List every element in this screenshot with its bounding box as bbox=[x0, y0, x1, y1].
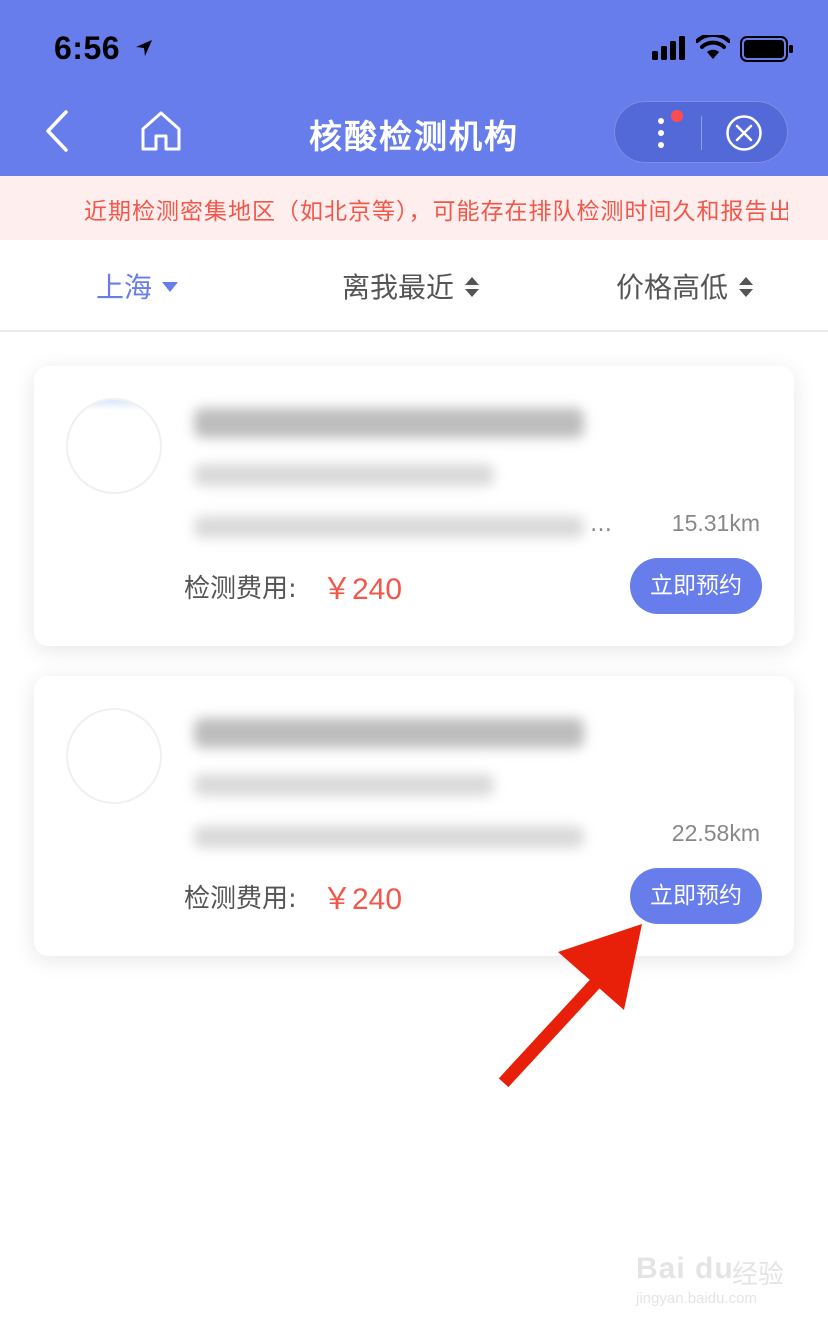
filter-bar: 上海 离我最近 价格高低 bbox=[0, 240, 828, 332]
watermark-logo: Bai du bbox=[636, 1252, 734, 1285]
close-miniprogram-button[interactable] bbox=[725, 114, 763, 152]
notice-banner: 近期检测密集地区（如北京等），可能存在排队检测时间久和报告出 bbox=[0, 176, 828, 240]
book-now-button[interactable]: 立即预约 bbox=[630, 558, 762, 614]
status-time: 6:56 bbox=[54, 30, 121, 66]
address-ellipsis: … bbox=[590, 512, 612, 537]
distance-text: 22.58km bbox=[671, 820, 760, 846]
watermark-url: jingyan.baidu.com bbox=[636, 1290, 757, 1307]
institution-name-blurred bbox=[194, 408, 584, 438]
fee-label: 检测费用: bbox=[184, 574, 297, 604]
fee-value: ￥240 bbox=[322, 573, 403, 606]
institution-card[interactable]: … 15.31km 检测费用: ￥240 立即预约 bbox=[34, 366, 794, 646]
dropdown-triangle-icon bbox=[162, 282, 179, 292]
book-now-button[interactable]: 立即预约 bbox=[630, 868, 762, 924]
distance-text: 15.31km bbox=[671, 510, 760, 536]
institution-avatar bbox=[66, 398, 162, 494]
mini-program-capsule bbox=[614, 101, 788, 163]
city-filter-label: 上海 bbox=[96, 271, 153, 304]
institution-phone-blurred bbox=[194, 774, 494, 796]
fee-value: ￥240 bbox=[322, 883, 403, 916]
city-filter[interactable]: 上海 bbox=[96, 266, 179, 306]
distance-sort-label: 离我最近 bbox=[342, 271, 455, 304]
annotation-arrow-icon bbox=[498, 924, 642, 1088]
location-arrow-icon bbox=[136, 40, 152, 56]
capsule-divider bbox=[701, 116, 702, 150]
cellular-signal-icon bbox=[652, 36, 685, 60]
more-options-button[interactable] bbox=[649, 114, 673, 152]
notice-text: 近期检测密集地区（如北京等），可能存在排队检测时间久和报告出 bbox=[84, 199, 788, 225]
battery-icon bbox=[740, 36, 793, 62]
distance-sort-filter[interactable]: 离我最近 bbox=[342, 266, 480, 306]
watermark-title: 经验 bbox=[732, 1260, 785, 1290]
top-header: 6:56 核酸检测机构 bbox=[0, 0, 828, 176]
sort-arrows-icon bbox=[739, 277, 754, 297]
sort-arrows-icon bbox=[465, 277, 480, 297]
institution-card[interactable]: 22.58km 检测费用: ￥240 立即预约 bbox=[34, 676, 794, 956]
price-sort-label: 价格高低 bbox=[616, 271, 729, 304]
institution-phone-blurred bbox=[194, 464, 494, 486]
baidu-jingyan-watermark: Bai du 经验 jingyan.baidu.com bbox=[636, 1238, 796, 1308]
wifi-icon bbox=[696, 35, 730, 59]
notification-dot bbox=[671, 110, 683, 122]
institution-avatar bbox=[66, 708, 162, 804]
fee-label: 检测费用: bbox=[184, 884, 297, 914]
institution-name-blurred bbox=[194, 718, 584, 748]
price-sort-filter[interactable]: 价格高低 bbox=[616, 266, 754, 306]
institution-address-blurred bbox=[194, 826, 584, 848]
institution-address-blurred bbox=[194, 516, 584, 538]
